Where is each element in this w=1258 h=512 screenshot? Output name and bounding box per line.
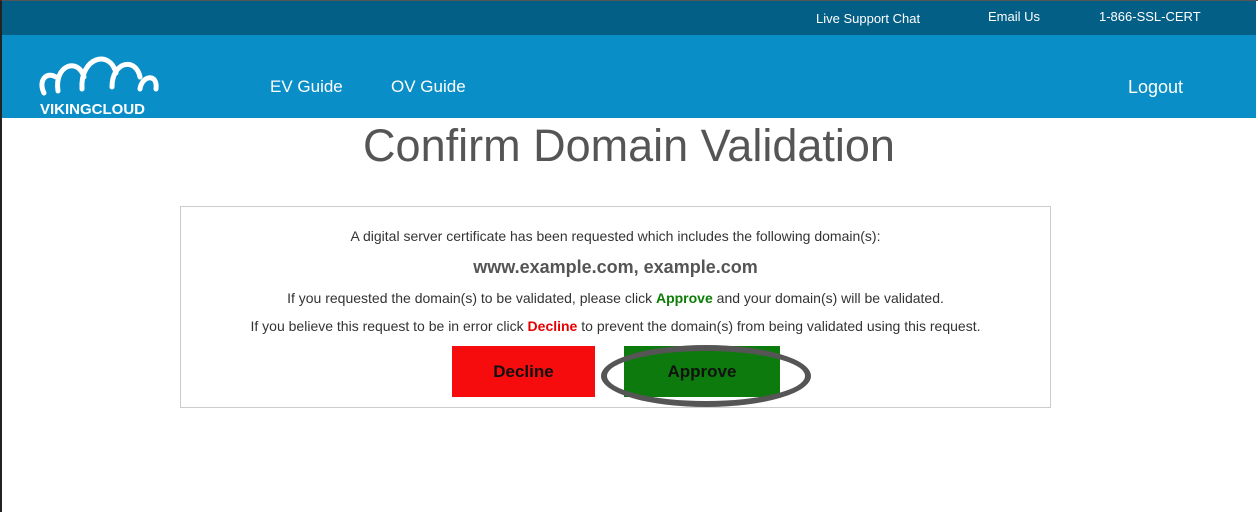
vikingcloud-logo[interactable]: VIKINGCLOUD: [32, 43, 182, 117]
live-support-chat-link[interactable]: Live Support Chat: [816, 11, 920, 26]
decline-instruction: If you believe this request to be in err…: [173, 318, 1058, 334]
domain-list: www.example.com, example.com: [473, 257, 758, 277]
email-us-link[interactable]: Email Us: [988, 9, 1040, 24]
main-navbar: VIKINGCLOUD EV Guide OV Guide Logout: [2, 35, 1256, 118]
top-utility-bar: Live Support Chat Email Us 1-866-SSL-CER…: [2, 1, 1256, 35]
page-title: Confirm Domain Validation: [363, 120, 895, 171]
nav-ov-guide[interactable]: OV Guide: [391, 77, 466, 97]
intro-text: A digital server certificate has been re…: [350, 228, 881, 244]
approve-instruction-suffix: and your domain(s) will be validated.: [712, 290, 944, 306]
decline-button[interactable]: Decline: [452, 346, 595, 397]
nav-ev-guide[interactable]: EV Guide: [270, 77, 343, 97]
logout-link[interactable]: Logout: [1128, 77, 1183, 98]
approve-button[interactable]: Approve: [624, 346, 780, 397]
decline-instruction-prefix: If you believe this request to be in err…: [250, 318, 528, 334]
approve-keyword: Approve: [655, 290, 713, 306]
phone-number-link[interactable]: 1-866-SSL-CERT: [1099, 9, 1201, 24]
decline-keyword: Decline: [527, 318, 578, 334]
approve-instruction: If you requested the domain(s) to be val…: [181, 290, 1050, 306]
approve-instruction-prefix: If you requested the domain(s) to be val…: [287, 290, 656, 306]
logo-wordmark: VIKINGCLOUD: [40, 101, 145, 117]
decline-instruction-suffix: to prevent the domain(s) from being vali…: [577, 318, 981, 334]
validation-panel: A digital server certificate has been re…: [180, 206, 1051, 408]
